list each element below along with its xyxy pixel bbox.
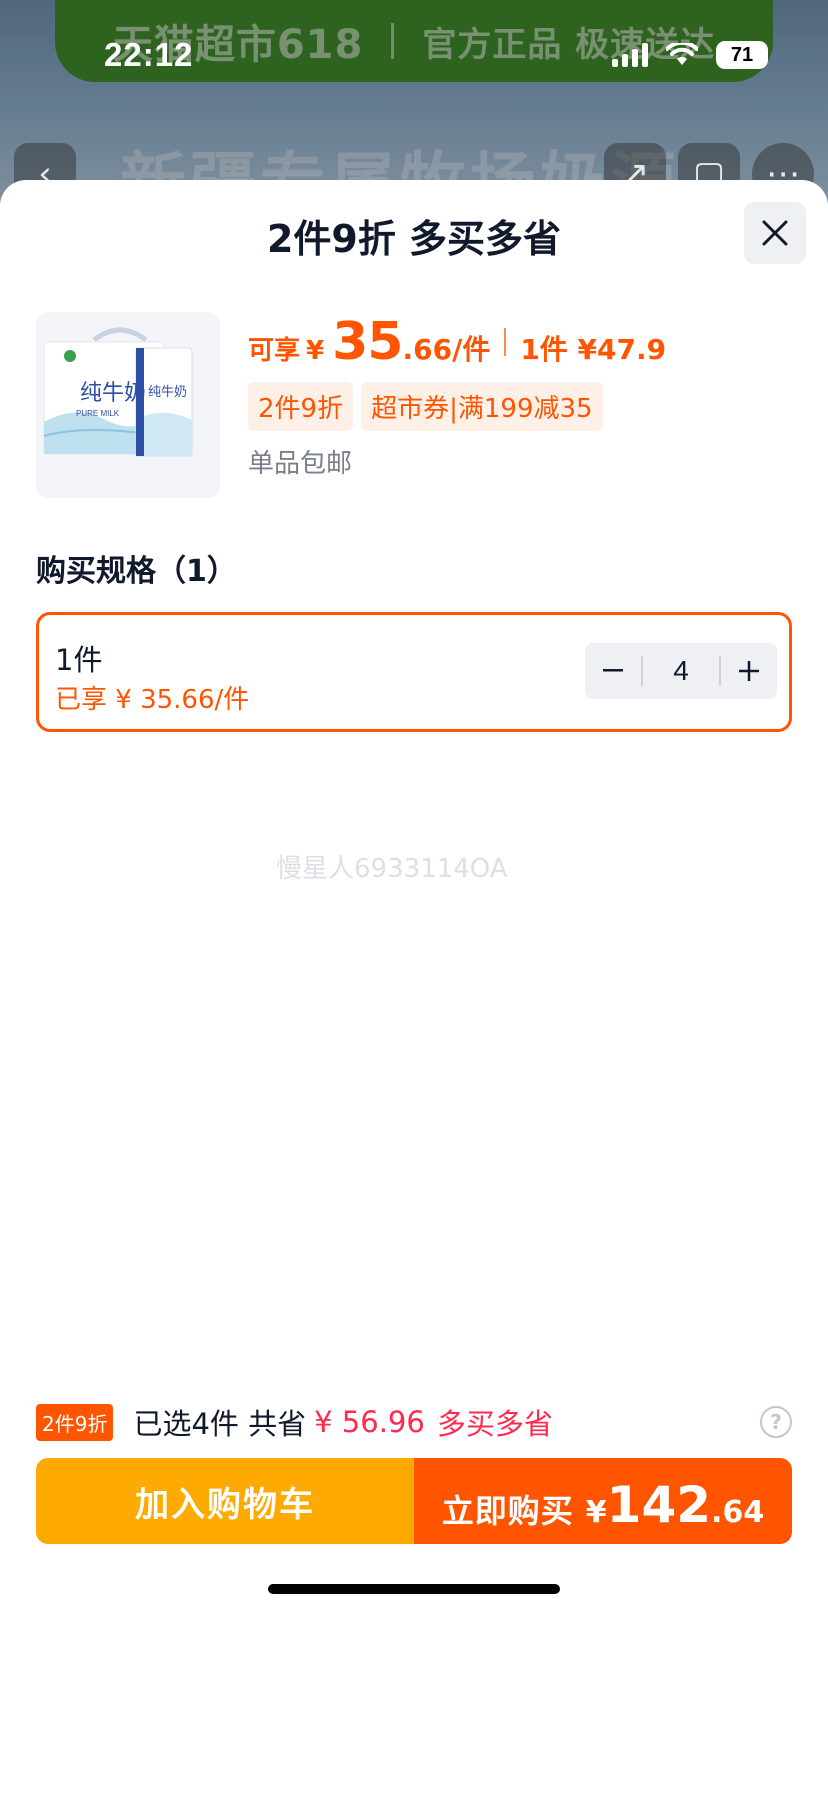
sheet-title: 2件9折 多买多省: [266, 217, 562, 261]
single-item-price: 1件 ¥47.9: [520, 333, 667, 366]
plus-icon: [739, 661, 759, 681]
summary-promo: 多买多省: [436, 1407, 553, 1441]
product-image: 纯牛奶 PURE MILK 纯牛奶: [36, 312, 220, 498]
promo-bottom-sheet: 2件9折 多买多省 纯牛奶 PURE MILK 纯牛奶 可享 ¥ 35 .66/…: [0, 180, 828, 1796]
watermark: 慢星人6933114OA: [276, 854, 508, 884]
total-currency: ¥: [585, 1495, 607, 1530]
buy-now-label: 立即购买: [441, 1492, 574, 1530]
product-summary: 纯牛奶 PURE MILK 纯牛奶 可享 ¥ 35 .66/件 1件 ¥47.9…: [36, 312, 796, 502]
spec-option[interactable]: 1件 已享 ¥ 35.66/件 4: [36, 612, 792, 732]
product-image-label: 纯牛奶: [80, 381, 146, 406]
spec-option-name: 1件: [55, 643, 103, 677]
summary-badge: 2件9折: [36, 1403, 114, 1441]
total-decimal: .64: [711, 1495, 765, 1530]
summary-saved-amount: ¥ 56.96: [314, 1405, 425, 1439]
price-line: 可享 ¥ 35 .66/件 1件 ¥47.9: [248, 312, 666, 372]
total-integer: 142: [606, 1476, 712, 1534]
summary-selected: 已选4件 共省: [133, 1407, 307, 1441]
product-image-label-en: PURE MILK: [76, 409, 120, 418]
product-image-label-side: 纯牛奶: [148, 385, 187, 400]
promo-tag: 2件9折: [248, 382, 354, 431]
savings-summary: 2件9折 已选4件 共省 ¥ 56.96 多买多省 ?: [36, 1400, 796, 1444]
home-indicator: [268, 1584, 560, 1594]
promo-tags: 2件9折 超市券|满199减35: [248, 382, 666, 431]
price-currency: ¥: [306, 336, 325, 366]
milk-box-illustration: 纯牛奶 PURE MILK 纯牛奶: [36, 312, 220, 498]
battery-icon: 71: [716, 41, 768, 69]
price-integer: 35: [332, 312, 403, 372]
coupon-tag: 超市券|满199减35: [361, 382, 603, 431]
decrease-button[interactable]: [585, 643, 641, 699]
status-icons: 71: [612, 41, 768, 69]
status-time: 22:12: [104, 36, 194, 73]
price-label: 可享: [248, 336, 301, 366]
product-info: 可享 ¥ 35 .66/件 1件 ¥47.9 2件9折 超市券|满199减35 …: [248, 312, 666, 480]
help-icon[interactable]: ?: [760, 1406, 792, 1438]
price-divider: [504, 328, 507, 356]
status-bar: 22:12 71: [0, 0, 828, 110]
increase-button[interactable]: [721, 643, 777, 699]
quantity-input[interactable]: 4: [643, 655, 719, 687]
action-bar: 加入购物车 立即购买 ¥ 142 .64: [36, 1458, 792, 1544]
shipping-note: 单品包邮: [248, 449, 353, 479]
buy-now-button[interactable]: 立即购买 ¥ 142 .64: [414, 1458, 792, 1544]
minus-icon: [603, 669, 623, 672]
close-button[interactable]: [744, 202, 806, 264]
close-icon: [762, 220, 788, 246]
cellular-signal-icon: [612, 43, 648, 67]
spec-option-price: 已享 ¥ 35.66/件: [55, 685, 250, 715]
add-to-cart-button[interactable]: 加入购物车: [36, 1458, 414, 1544]
quantity-stepper: 4: [585, 643, 777, 699]
price-decimal: .66/件: [402, 333, 491, 366]
wifi-icon: [666, 43, 698, 65]
spec-title: 购买规格（1）: [36, 554, 237, 589]
